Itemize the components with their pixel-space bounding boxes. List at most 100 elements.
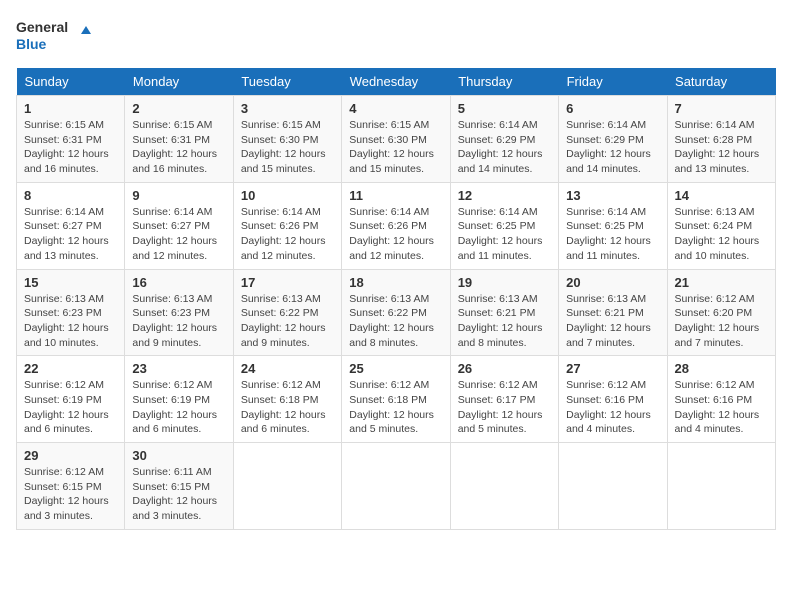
day-info: Sunrise: 6:13 AM Sunset: 6:22 PM Dayligh…	[241, 292, 334, 351]
table-row: 25 Sunrise: 6:12 AM Sunset: 6:18 PM Dayl…	[342, 356, 450, 443]
table-row: 23 Sunrise: 6:12 AM Sunset: 6:19 PM Dayl…	[125, 356, 233, 443]
day-info: Sunrise: 6:15 AM Sunset: 6:31 PM Dayligh…	[132, 118, 225, 177]
table-row: 12 Sunrise: 6:14 AM Sunset: 6:25 PM Dayl…	[450, 182, 558, 269]
day-number: 1	[24, 101, 117, 116]
day-info: Sunrise: 6:15 AM Sunset: 6:31 PM Dayligh…	[24, 118, 117, 177]
day-number: 15	[24, 275, 117, 290]
day-info: Sunrise: 6:12 AM Sunset: 6:16 PM Dayligh…	[675, 378, 768, 437]
table-row: 4 Sunrise: 6:15 AM Sunset: 6:30 PM Dayli…	[342, 96, 450, 183]
day-number: 11	[349, 188, 442, 203]
logo-mark: General Blue	[16, 16, 96, 56]
table-row: 17 Sunrise: 6:13 AM Sunset: 6:22 PM Dayl…	[233, 269, 341, 356]
day-info: Sunrise: 6:14 AM Sunset: 6:28 PM Dayligh…	[675, 118, 768, 177]
day-number: 8	[24, 188, 117, 203]
day-info: Sunrise: 6:12 AM Sunset: 6:18 PM Dayligh…	[349, 378, 442, 437]
day-info: Sunrise: 6:15 AM Sunset: 6:30 PM Dayligh…	[349, 118, 442, 177]
table-row: 5 Sunrise: 6:14 AM Sunset: 6:29 PM Dayli…	[450, 96, 558, 183]
calendar-week-2: 8 Sunrise: 6:14 AM Sunset: 6:27 PM Dayli…	[17, 182, 776, 269]
day-number: 28	[675, 361, 768, 376]
logo-svg: General Blue	[16, 16, 96, 56]
col-header-wednesday: Wednesday	[342, 68, 450, 96]
day-number: 16	[132, 275, 225, 290]
table-row: 27 Sunrise: 6:12 AM Sunset: 6:16 PM Dayl…	[559, 356, 667, 443]
day-info: Sunrise: 6:14 AM Sunset: 6:29 PM Dayligh…	[458, 118, 551, 177]
day-number: 20	[566, 275, 659, 290]
table-row: 30 Sunrise: 6:11 AM Sunset: 6:15 PM Dayl…	[125, 443, 233, 530]
table-row: 20 Sunrise: 6:13 AM Sunset: 6:21 PM Dayl…	[559, 269, 667, 356]
table-row: 8 Sunrise: 6:14 AM Sunset: 6:27 PM Dayli…	[17, 182, 125, 269]
day-number: 22	[24, 361, 117, 376]
day-number: 14	[675, 188, 768, 203]
day-number: 23	[132, 361, 225, 376]
table-row: 28 Sunrise: 6:12 AM Sunset: 6:16 PM Dayl…	[667, 356, 775, 443]
col-header-tuesday: Tuesday	[233, 68, 341, 96]
table-row: 1 Sunrise: 6:15 AM Sunset: 6:31 PM Dayli…	[17, 96, 125, 183]
table-row	[342, 443, 450, 530]
day-info: Sunrise: 6:14 AM Sunset: 6:29 PM Dayligh…	[566, 118, 659, 177]
day-number: 25	[349, 361, 442, 376]
day-info: Sunrise: 6:15 AM Sunset: 6:30 PM Dayligh…	[241, 118, 334, 177]
calendar-week-5: 29 Sunrise: 6:12 AM Sunset: 6:15 PM Dayl…	[17, 443, 776, 530]
col-header-saturday: Saturday	[667, 68, 775, 96]
logo: General Blue	[16, 16, 96, 56]
day-info: Sunrise: 6:14 AM Sunset: 6:27 PM Dayligh…	[24, 205, 117, 264]
day-info: Sunrise: 6:13 AM Sunset: 6:22 PM Dayligh…	[349, 292, 442, 351]
col-header-thursday: Thursday	[450, 68, 558, 96]
day-info: Sunrise: 6:12 AM Sunset: 6:19 PM Dayligh…	[132, 378, 225, 437]
table-row	[450, 443, 558, 530]
table-row: 7 Sunrise: 6:14 AM Sunset: 6:28 PM Dayli…	[667, 96, 775, 183]
day-info: Sunrise: 6:12 AM Sunset: 6:17 PM Dayligh…	[458, 378, 551, 437]
table-row: 26 Sunrise: 6:12 AM Sunset: 6:17 PM Dayl…	[450, 356, 558, 443]
calendar-week-4: 22 Sunrise: 6:12 AM Sunset: 6:19 PM Dayl…	[17, 356, 776, 443]
day-number: 3	[241, 101, 334, 116]
table-row: 24 Sunrise: 6:12 AM Sunset: 6:18 PM Dayl…	[233, 356, 341, 443]
svg-text:Blue: Blue	[16, 36, 47, 52]
table-row: 19 Sunrise: 6:13 AM Sunset: 6:21 PM Dayl…	[450, 269, 558, 356]
day-number: 9	[132, 188, 225, 203]
day-number: 26	[458, 361, 551, 376]
col-header-friday: Friday	[559, 68, 667, 96]
table-row: 9 Sunrise: 6:14 AM Sunset: 6:27 PM Dayli…	[125, 182, 233, 269]
col-header-monday: Monday	[125, 68, 233, 96]
table-row: 6 Sunrise: 6:14 AM Sunset: 6:29 PM Dayli…	[559, 96, 667, 183]
day-number: 5	[458, 101, 551, 116]
calendar-week-3: 15 Sunrise: 6:13 AM Sunset: 6:23 PM Dayl…	[17, 269, 776, 356]
table-row	[667, 443, 775, 530]
table-row: 15 Sunrise: 6:13 AM Sunset: 6:23 PM Dayl…	[17, 269, 125, 356]
table-row: 2 Sunrise: 6:15 AM Sunset: 6:31 PM Dayli…	[125, 96, 233, 183]
day-number: 6	[566, 101, 659, 116]
table-row: 11 Sunrise: 6:14 AM Sunset: 6:26 PM Dayl…	[342, 182, 450, 269]
day-info: Sunrise: 6:13 AM Sunset: 6:21 PM Dayligh…	[566, 292, 659, 351]
day-info: Sunrise: 6:11 AM Sunset: 6:15 PM Dayligh…	[132, 465, 225, 524]
col-header-sunday: Sunday	[17, 68, 125, 96]
page-header: General Blue	[16, 16, 776, 56]
day-info: Sunrise: 6:12 AM Sunset: 6:16 PM Dayligh…	[566, 378, 659, 437]
day-info: Sunrise: 6:12 AM Sunset: 6:19 PM Dayligh…	[24, 378, 117, 437]
day-info: Sunrise: 6:13 AM Sunset: 6:24 PM Dayligh…	[675, 205, 768, 264]
day-number: 7	[675, 101, 768, 116]
day-number: 12	[458, 188, 551, 203]
day-number: 10	[241, 188, 334, 203]
day-info: Sunrise: 6:12 AM Sunset: 6:15 PM Dayligh…	[24, 465, 117, 524]
calendar-week-1: 1 Sunrise: 6:15 AM Sunset: 6:31 PM Dayli…	[17, 96, 776, 183]
day-number: 24	[241, 361, 334, 376]
day-number: 2	[132, 101, 225, 116]
table-row: 29 Sunrise: 6:12 AM Sunset: 6:15 PM Dayl…	[17, 443, 125, 530]
table-row: 21 Sunrise: 6:12 AM Sunset: 6:20 PM Dayl…	[667, 269, 775, 356]
day-info: Sunrise: 6:13 AM Sunset: 6:21 PM Dayligh…	[458, 292, 551, 351]
day-number: 29	[24, 448, 117, 463]
table-row: 10 Sunrise: 6:14 AM Sunset: 6:26 PM Dayl…	[233, 182, 341, 269]
day-number: 19	[458, 275, 551, 290]
table-row: 3 Sunrise: 6:15 AM Sunset: 6:30 PM Dayli…	[233, 96, 341, 183]
calendar-header: SundayMondayTuesdayWednesdayThursdayFrid…	[17, 68, 776, 96]
day-number: 4	[349, 101, 442, 116]
table-row: 13 Sunrise: 6:14 AM Sunset: 6:25 PM Dayl…	[559, 182, 667, 269]
day-info: Sunrise: 6:13 AM Sunset: 6:23 PM Dayligh…	[24, 292, 117, 351]
day-number: 30	[132, 448, 225, 463]
table-row: 16 Sunrise: 6:13 AM Sunset: 6:23 PM Dayl…	[125, 269, 233, 356]
table-row: 18 Sunrise: 6:13 AM Sunset: 6:22 PM Dayl…	[342, 269, 450, 356]
calendar-table: SundayMondayTuesdayWednesdayThursdayFrid…	[16, 68, 776, 530]
day-number: 27	[566, 361, 659, 376]
table-row: 14 Sunrise: 6:13 AM Sunset: 6:24 PM Dayl…	[667, 182, 775, 269]
table-row	[233, 443, 341, 530]
